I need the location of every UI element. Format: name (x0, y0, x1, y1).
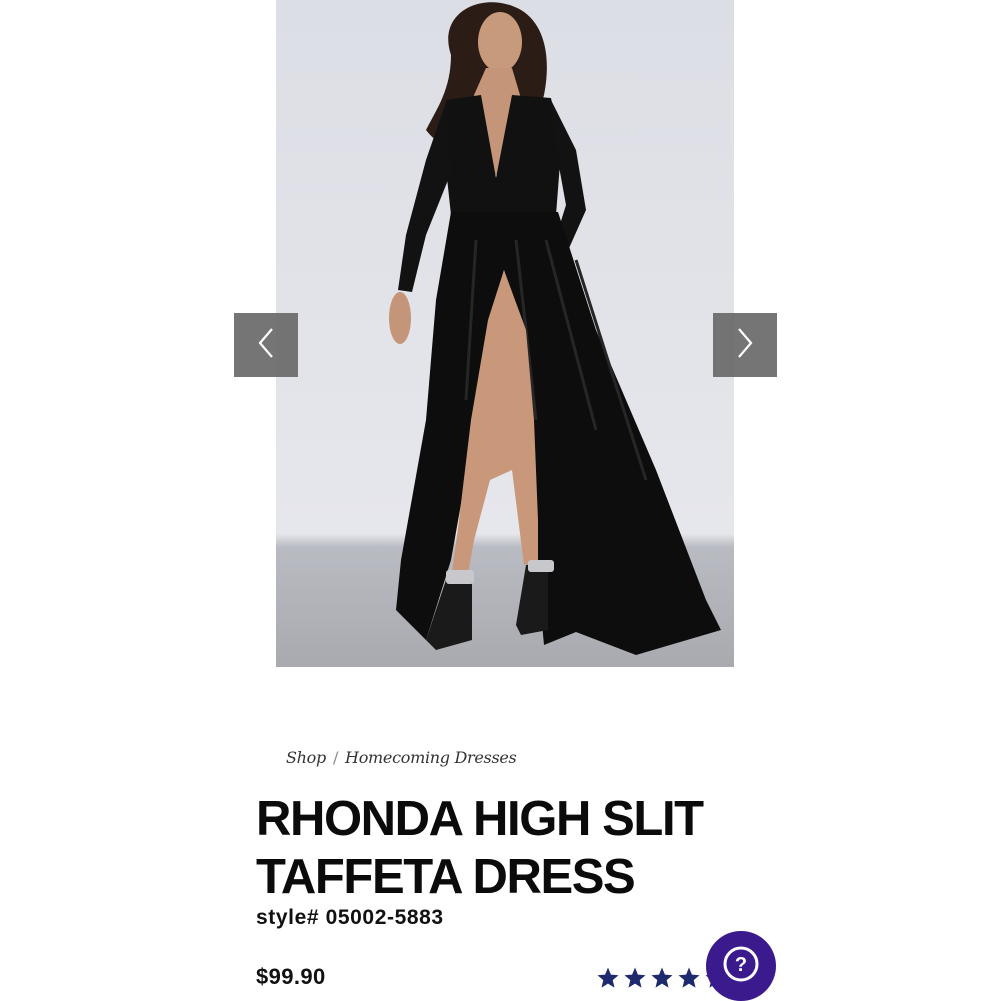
carousel-next-button[interactable] (713, 313, 777, 377)
chevron-right-icon (735, 326, 755, 365)
product-style-number: style# 05002-5883 (256, 906, 444, 929)
breadcrumb: Shop / Homecoming Dresses (286, 748, 517, 767)
star-icon (596, 966, 620, 995)
star-icon (623, 966, 647, 995)
product-title: RHONDA HIGH SLIT TAFFETA DRESS (256, 792, 704, 904)
star-icon (650, 966, 674, 995)
breadcrumb-link-homecoming-dresses[interactable]: Homecoming Dresses (345, 748, 517, 767)
breadcrumb-link-shop[interactable]: Shop (286, 748, 326, 767)
help-button[interactable]: ? (706, 931, 776, 1001)
breadcrumb-separator: / (332, 748, 339, 767)
star-icon (677, 966, 701, 995)
chevron-left-icon (256, 326, 276, 365)
question-mark-icon: ? (721, 944, 761, 989)
carousel-prev-button[interactable] (234, 313, 298, 377)
help-label: ? (735, 954, 747, 976)
product-price: $99.90 (256, 964, 326, 989)
product-image (276, 0, 734, 667)
